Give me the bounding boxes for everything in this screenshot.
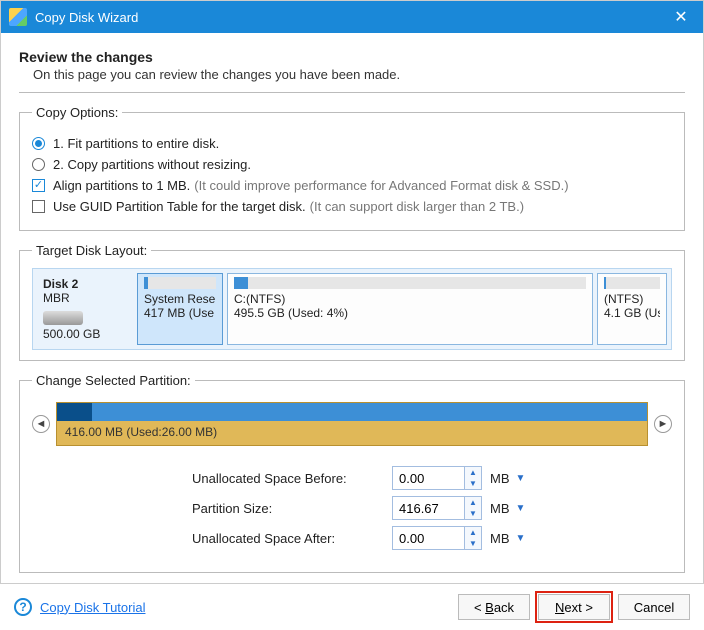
disk-size: 500.00 GB [43,327,127,341]
option-label: Align partitions to 1 MB. [53,178,190,193]
help-icon[interactable]: ? [14,598,32,616]
option-hint: (It can support disk larger than 2 TB.) [310,199,524,214]
slider-bar [57,403,647,421]
partition-label: System Rese [144,292,216,306]
disk-name: Disk 2 [43,277,127,291]
disk-info: Disk 2 MBR 500.00 GB [37,273,133,345]
checkbox-icon [32,179,45,192]
option-label: Use GUID Partition Table for the target … [53,199,306,214]
partition-sub: 495.5 GB (Used: 4%) [234,306,586,320]
unit-label: MB [490,501,510,516]
field-label: Unallocated Space After: [192,531,392,546]
partition-size-field[interactable] [392,496,464,520]
option-hint: (It could improve performance for Advanc… [194,178,568,193]
row-unallocated-before: Unallocated Space Before: ▲▼ MB ▼ [32,466,672,490]
app-icon [9,8,27,26]
partition-sub: 417 MB (Use [144,306,216,320]
page-subheading: On this page you can review the changes … [33,67,685,82]
option-copy-without-resizing[interactable]: 2. Copy partitions without resizing. [32,157,672,172]
partition-slider[interactable]: 416.00 MB (Used:26.00 MB) [56,402,648,446]
next-button[interactable]: Next > [538,594,610,620]
unallocated-after-field[interactable] [392,526,464,550]
target-disk-layout-group: Target Disk Layout: Disk 2 MBR 500.00 GB… [19,243,685,361]
titlebar: Copy Disk Wizard ✕ [1,1,703,33]
window-title: Copy Disk Wizard [35,10,667,25]
option-label: 2. Copy partitions without resizing. [53,157,251,172]
change-partition-group: Change Selected Partition: ◄ 416.00 MB (… [19,373,685,573]
radio-icon [32,158,45,171]
partition-ntfs[interactable]: (NTFS) 4.1 GB (Use [597,273,667,345]
option-label: 1. Fit partitions to entire disk. [53,136,219,151]
partition-size-input[interactable]: ▲▼ [392,496,482,520]
tutorial-link[interactable]: Copy Disk Tutorial [40,600,145,615]
divider [19,92,685,93]
row-partition-size: Partition Size: ▲▼ MB ▼ [32,496,672,520]
partition-system-reserved[interactable]: System Rese 417 MB (Use [137,273,223,345]
usage-bar [234,277,586,289]
copy-options-legend: Copy Options: [32,105,122,120]
target-disk-legend: Target Disk Layout: [32,243,151,258]
option-align-partitions[interactable]: Align partitions to 1 MB. (It could impr… [32,178,672,193]
disk-layout: Disk 2 MBR 500.00 GB System Rese 417 MB … [32,268,672,350]
footer: ? Copy Disk Tutorial < Back Next > Cance… [0,583,704,630]
partition-label: (NTFS) [604,292,660,306]
slider-label: 416.00 MB (Used:26.00 MB) [57,421,647,443]
usage-bar [144,277,216,289]
partition-label: C:(NTFS) [234,292,586,306]
checkbox-icon [32,200,45,213]
partition-sub: 4.1 GB (Use [604,306,660,320]
close-icon[interactable]: ✕ [667,7,695,27]
field-label: Partition Size: [192,501,392,516]
radio-icon [32,137,45,150]
unit-dropdown[interactable]: ▼ [516,533,530,544]
row-unallocated-after: Unallocated Space After: ▲▼ MB ▼ [32,526,672,550]
disk-type: MBR [43,291,127,305]
spinner-down-icon[interactable]: ▼ [465,538,481,549]
cancel-button[interactable]: Cancel [618,594,690,620]
back-button[interactable]: < Back [458,594,530,620]
change-partition-legend: Change Selected Partition: [32,373,195,388]
spinner-up-icon[interactable]: ▲ [465,467,481,478]
copy-options-group: Copy Options: 1. Fit partitions to entir… [19,105,685,231]
usage-bar [604,277,660,289]
spinner-up-icon[interactable]: ▲ [465,497,481,508]
spinner-up-icon[interactable]: ▲ [465,527,481,538]
slider-left-button[interactable]: ◄ [32,415,50,433]
unit-dropdown[interactable]: ▼ [516,473,530,484]
disk-icon [43,311,83,325]
unallocated-before-input[interactable]: ▲▼ [392,466,482,490]
unit-label: MB [490,471,510,486]
unallocated-after-input[interactable]: ▲▼ [392,526,482,550]
partition-c[interactable]: C:(NTFS) 495.5 GB (Used: 4%) [227,273,593,345]
unit-label: MB [490,531,510,546]
page-heading: Review the changes [19,49,685,65]
slider-right-button[interactable]: ► [654,415,672,433]
spinner-down-icon[interactable]: ▼ [465,508,481,519]
spinner-down-icon[interactable]: ▼ [465,478,481,489]
option-use-gpt[interactable]: Use GUID Partition Table for the target … [32,199,672,214]
option-fit-partitions[interactable]: 1. Fit partitions to entire disk. [32,136,672,151]
field-label: Unallocated Space Before: [192,471,392,486]
unallocated-before-field[interactable] [392,466,464,490]
unit-dropdown[interactable]: ▼ [516,503,530,514]
